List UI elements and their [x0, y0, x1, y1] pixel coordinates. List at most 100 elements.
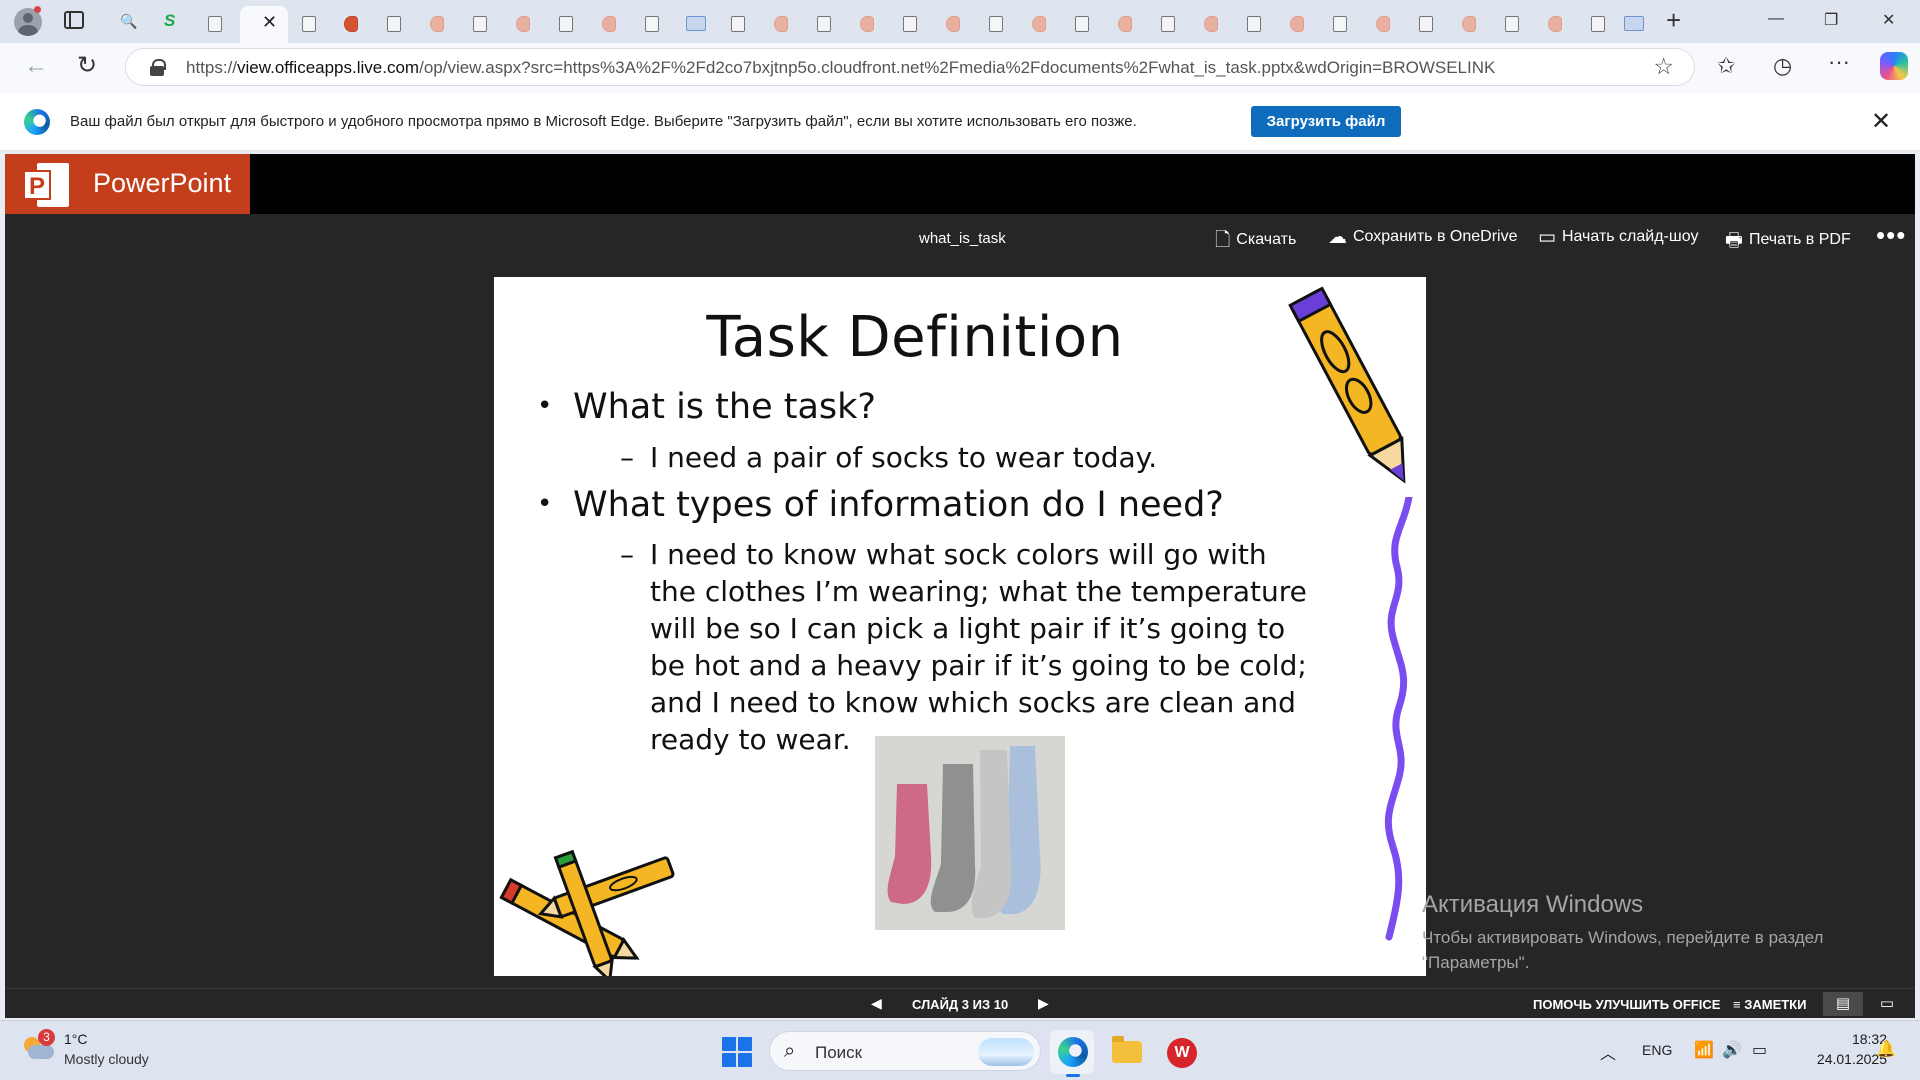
tab-document[interactable] [1407, 6, 1449, 40]
tab-powerpoint[interactable] [1450, 6, 1492, 40]
tab-search[interactable]: 🔍 [108, 6, 150, 40]
document-icon [903, 16, 917, 32]
wifi-icon[interactable]: 📶 [1694, 1040, 1714, 1060]
tab-powerpoint[interactable] [1106, 6, 1148, 40]
tab-active[interactable]: ✕ [240, 6, 288, 43]
settings-more-icon[interactable]: ··· [1828, 49, 1850, 75]
tab-document[interactable] [461, 6, 503, 40]
download-file-button[interactable]: Загрузить файл [1251, 106, 1401, 137]
powerpoint-icon [946, 16, 960, 32]
taskbar-wps[interactable]: W [1159, 1030, 1203, 1074]
slide-counter: СЛАЙД 3 ИЗ 10 [912, 997, 1009, 1012]
powerpoint-icon [1462, 16, 1476, 32]
more-options-icon[interactable]: ••• [1876, 220, 1906, 251]
notification-bell-icon[interactable]: 🔔 [1876, 1039, 1896, 1059]
tab-document[interactable] [1493, 6, 1535, 40]
reload-icon[interactable]: ↻ [77, 51, 97, 80]
new-tab-button[interactable]: + [1666, 5, 1681, 36]
tab-powerpoint[interactable] [934, 6, 976, 40]
tab-document[interactable] [1063, 6, 1105, 40]
document-icon [1591, 16, 1605, 32]
tab-powerpoint[interactable] [1278, 6, 1320, 40]
print-pdf-button[interactable]: 🖶 Печать в PDF [1725, 226, 1851, 258]
cloud-icon: ☁ [1328, 227, 1347, 248]
tab-document[interactable] [290, 6, 332, 40]
reading-view-button[interactable]: ▤ [1823, 992, 1863, 1016]
save-onedrive-button[interactable]: ☁ Сохранить в OneDrive [1328, 226, 1517, 249]
close-tab-icon[interactable]: ✕ [262, 12, 277, 33]
show-hidden-icons-chevron-icon[interactable]: ︿ [1600, 1040, 1616, 1064]
tab-powerpoint[interactable] [418, 6, 460, 40]
taskbar-search-box[interactable]: ⌕ Поиск [769, 1031, 1041, 1071]
tab-document[interactable] [1149, 6, 1191, 40]
favorite-star-icon[interactable]: ☆ [1653, 53, 1674, 80]
minimize-window-button[interactable]: — [1768, 10, 1784, 28]
history-icon[interactable]: ◷ [1773, 53, 1792, 79]
document-icon [1419, 16, 1433, 32]
weather-condition[interactable]: Mostly cloudy [64, 1051, 149, 1067]
tab-powerpoint[interactable] [1020, 6, 1062, 40]
edge-logo-icon [24, 109, 50, 135]
tab-document[interactable] [196, 6, 238, 40]
tab-powerpoint[interactable] [1192, 6, 1234, 40]
tab-document[interactable] [977, 6, 1019, 40]
squiggle-decoration-icon [1384, 497, 1413, 941]
pencil-clipart-icon [1288, 286, 1406, 484]
close-info-bar-icon[interactable]: ✕ [1871, 107, 1891, 136]
close-window-button[interactable]: ✕ [1882, 10, 1895, 30]
url-text[interactable]: https://view.officeapps.live.com/op/view… [186, 58, 1626, 78]
tab-powerpoint[interactable] [504, 6, 546, 40]
address-bar[interactable]: https://view.officeapps.live.com/op/view… [125, 48, 1695, 86]
help-improve-office-link[interactable]: ПОМОЧЬ УЛУЧШИТЬ OFFICE [1533, 997, 1720, 1012]
tab-document[interactable] [375, 6, 417, 40]
tab-powerpoint[interactable] [762, 6, 804, 40]
slideshow-view-button[interactable]: ▭ [1867, 992, 1907, 1016]
restore-window-button[interactable]: ❐ [1824, 10, 1838, 30]
notes-button[interactable]: ≡ ЗАМЕТКИ [1733, 997, 1806, 1012]
tab-document[interactable] [547, 6, 589, 40]
word-icon [686, 16, 706, 31]
tab-document[interactable] [719, 6, 761, 40]
tab-document[interactable] [805, 6, 847, 40]
slide-stage: Task Definition What is the task? –I nee… [5, 264, 1915, 988]
lock-icon[interactable] [150, 59, 166, 76]
windows-start-icon[interactable] [722, 1037, 752, 1067]
back-arrow-icon[interactable]: ← [24, 52, 48, 80]
volume-icon[interactable]: 🔊 [1722, 1040, 1742, 1060]
search-highlight-image [978, 1038, 1034, 1066]
tab-powerpoint[interactable] [332, 6, 374, 40]
powerpoint-brand[interactable]: P PowerPoint [5, 154, 250, 214]
tab-document[interactable] [891, 6, 933, 40]
tab-powerpoint[interactable] [590, 6, 632, 40]
powerpoint-icon [602, 16, 616, 32]
tab-powerpoint[interactable] [1364, 6, 1406, 40]
url-domain: view.officeapps.live.com [237, 58, 420, 77]
windows-activation-title: Активация Windows [1422, 891, 1644, 918]
tab-document[interactable] [1235, 6, 1277, 40]
download-label: Скачать [1236, 231, 1297, 248]
copilot-icon[interactable] [1880, 52, 1908, 80]
start-slideshow-button[interactable]: ▭ Начать слайд-шоу [1538, 226, 1698, 249]
weather-temperature[interactable]: 1°C [64, 1031, 88, 1047]
taskbar-file-explorer[interactable] [1104, 1030, 1148, 1074]
tab-powerpoint[interactable] [1536, 6, 1578, 40]
tab-powerpoint[interactable] [848, 6, 890, 40]
tab-document[interactable] [1321, 6, 1363, 40]
clock-date[interactable]: 24.01.2025 [1793, 1051, 1887, 1067]
download-document-icon: 🗋 [1215, 230, 1231, 251]
input-language[interactable]: ENG [1642, 1042, 1672, 1058]
next-slide-button[interactable]: ▶ [1038, 995, 1049, 1012]
taskbar-edge[interactable] [1050, 1030, 1094, 1077]
previous-slide-button[interactable]: ◀ [871, 995, 882, 1012]
tab-word[interactable] [676, 6, 718, 40]
tab-word[interactable] [1614, 6, 1656, 40]
profile-notification-dot [34, 6, 41, 13]
windows-activation-text: Чтобы активировать Windows, перейдите в … [1422, 925, 1823, 975]
powerpoint-header: P PowerPoint [5, 154, 1915, 214]
tab-actions-icon[interactable] [64, 11, 84, 29]
download-button[interactable]: 🗋 Скачать [1215, 226, 1296, 258]
tab-green[interactable]: S [152, 6, 194, 40]
tab-document[interactable] [633, 6, 675, 40]
favorites-icon[interactable]: ✩ [1717, 53, 1735, 79]
battery-icon[interactable]: ▭ [1752, 1040, 1767, 1060]
